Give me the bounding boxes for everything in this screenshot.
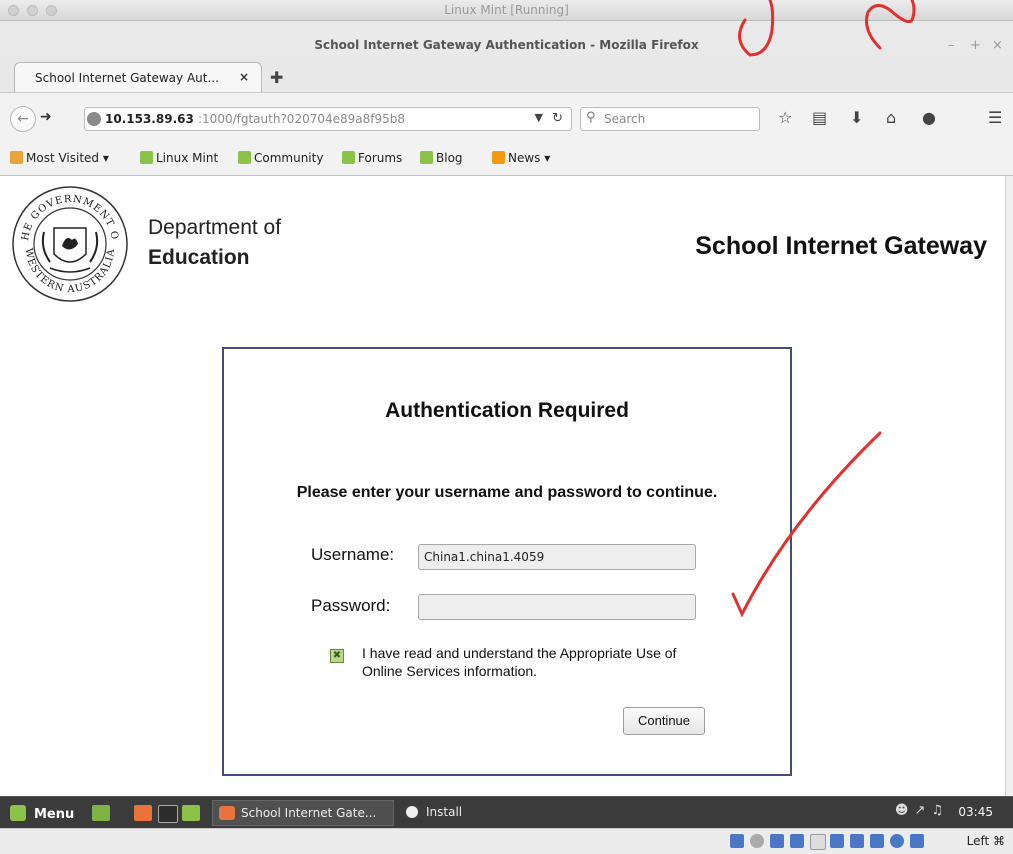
page-scrollbar[interactable] <box>1005 176 1013 796</box>
reading-list-icon[interactable]: ▤ <box>812 108 827 127</box>
show-desktop-icon[interactable] <box>92 805 110 821</box>
download-icon[interactable]: ⬇ <box>850 108 863 127</box>
taskbar: Menu School Internet Gate... Install ☻↗♫… <box>0 796 1013 829</box>
url-host: 10.153.89.63 <box>105 112 194 126</box>
url-path: :1000/fgtauth?020704e89a8f95b8 <box>198 112 406 126</box>
host-key-label: Left ⌘ <box>966 834 1005 848</box>
bookmark-label: Linux Mint <box>156 151 219 165</box>
site-info-icon[interactable] <box>87 112 101 126</box>
mint-icon <box>420 151 433 164</box>
firefox-launcher-icon[interactable] <box>134 805 152 821</box>
page-title: School Internet Gateway <box>695 232 987 260</box>
bookmark-label: News ▾ <box>508 151 551 165</box>
screen-icon[interactable] <box>830 834 844 848</box>
agree-label: I have read and understand the Appropria… <box>362 645 677 679</box>
bookmark-most-visited[interactable]: Most Visited ▾ <box>10 151 109 165</box>
minimize-button[interactable]: – <box>948 38 955 53</box>
taskbar-window-install[interactable]: Install <box>404 800 462 826</box>
search-icon: ⚲ <box>586 110 596 125</box>
cpu-icon[interactable] <box>890 834 904 848</box>
government-seal-logo: THE GOVERNMENT OF WESTERN AUSTRALIA <box>10 184 128 302</box>
authentication-form: Authentication Required Please enter you… <box>222 347 792 776</box>
search-input[interactable]: ⚲ Search <box>580 107 760 131</box>
form-instructions: Please enter your username and password … <box>296 484 718 501</box>
bookmark-label: Blog <box>436 151 463 165</box>
page-content: THE GOVERNMENT OF WESTERN AUSTRALIA Depa… <box>0 176 1005 796</box>
video-capture-icon[interactable] <box>870 834 884 848</box>
close-window-button[interactable]: × <box>992 38 1003 53</box>
system-tray[interactable]: ☻↗♫ <box>895 803 949 818</box>
clock[interactable]: 03:45 <box>958 805 993 819</box>
tab-label: School Internet Gateway Aut... <box>35 71 219 85</box>
hard-disk-icon[interactable] <box>730 834 744 848</box>
department-name: Department of <box>148 216 282 239</box>
bookmark-label: Community <box>254 151 324 165</box>
vm-status-bar: Left ⌘ <box>0 828 1013 854</box>
window-label: Install <box>426 805 463 819</box>
tab-close-icon[interactable]: × <box>239 70 249 84</box>
forward-icon[interactable]: ➜ <box>40 109 52 125</box>
firefox-titlebar: School Internet Gateway Authentication -… <box>0 21 1013 57</box>
menu-label: Menu <box>34 807 75 822</box>
bookmark-forums[interactable]: Forums <box>342 151 402 165</box>
continue-button[interactable]: Continue <box>623 707 705 735</box>
mint-icon <box>238 151 251 164</box>
mint-icon <box>140 151 153 164</box>
username-field[interactable]: China1.china1.4059 <box>418 544 696 570</box>
bookmark-news[interactable]: News ▾ <box>492 151 550 165</box>
bookmark-blog[interactable]: Blog <box>420 151 463 165</box>
host-window-title: Linux Mint [Running] <box>444 3 569 17</box>
host-titlebar: Linux Mint [Running] <box>0 0 1013 21</box>
department-name-bold: Education <box>148 246 250 269</box>
password-label: Password: <box>311 596 391 615</box>
password-field[interactable] <box>418 594 696 620</box>
shared-folder-icon[interactable] <box>790 834 804 848</box>
username-label: Username: <box>311 545 395 564</box>
bookmark-star-icon[interactable]: ☆ <box>778 108 792 127</box>
optical-drive-icon[interactable] <box>750 834 764 848</box>
navigation-toolbar: ← ➜ 10.153.89.63 :1000/fgtauth?020704e89… <box>0 92 1013 143</box>
bookmark-linux-mint[interactable]: Linux Mint <box>140 151 218 165</box>
network-icon[interactable]: ↗ <box>914 803 931 818</box>
search-placeholder: Search <box>604 112 646 126</box>
mouse-integration-icon[interactable] <box>910 834 924 848</box>
install-disc-icon <box>406 806 418 818</box>
window-label: School Internet Gate... <box>241 806 377 820</box>
back-icon[interactable]: ← <box>10 106 36 132</box>
window-title: School Internet Gateway Authentication -… <box>314 38 699 52</box>
home-icon[interactable]: ⌂ <box>886 108 896 127</box>
mint-logo-icon <box>10 805 26 821</box>
files-launcher-icon[interactable] <box>182 805 200 821</box>
display-icon[interactable] <box>810 834 826 850</box>
browser-tab[interactable]: School Internet Gateway Aut... × <box>14 62 262 92</box>
start-menu-button[interactable]: Menu <box>10 805 74 822</box>
user-icon[interactable]: ☻ <box>895 803 915 818</box>
chat-icon[interactable]: ● <box>922 108 936 127</box>
network-adapter-icon[interactable] <box>850 834 864 848</box>
usb-icon[interactable] <box>770 834 784 848</box>
bookmark-community[interactable]: Community <box>238 151 323 165</box>
url-dropdown-icon[interactable]: ▼ <box>535 111 543 124</box>
reload-icon[interactable]: ↻ <box>552 111 563 126</box>
form-heading: Authentication Required <box>385 399 629 422</box>
volume-icon[interactable]: ♫ <box>931 803 949 818</box>
terminal-launcher-icon[interactable] <box>158 805 178 823</box>
mint-icon <box>342 151 355 164</box>
hamburger-menu-icon[interactable]: ☰ <box>988 108 1002 127</box>
agree-checkbox[interactable]: ✖ <box>330 649 344 663</box>
url-bar[interactable]: 10.153.89.63 :1000/fgtauth?020704e89a8f9… <box>84 107 572 131</box>
bookmark-label: Most Visited ▾ <box>26 151 109 165</box>
taskbar-window-firefox[interactable]: School Internet Gate... <box>212 800 394 826</box>
bookmark-label: Forums <box>358 151 403 165</box>
bookmarks-toolbar: Most Visited ▾ Linux Mint Community Foru… <box>0 142 1013 176</box>
folder-icon <box>10 151 23 164</box>
firefox-icon <box>219 806 235 820</box>
rss-icon <box>492 151 505 164</box>
maximize-button[interactable]: + <box>970 38 981 53</box>
new-tab-button[interactable]: ✚ <box>270 68 283 87</box>
